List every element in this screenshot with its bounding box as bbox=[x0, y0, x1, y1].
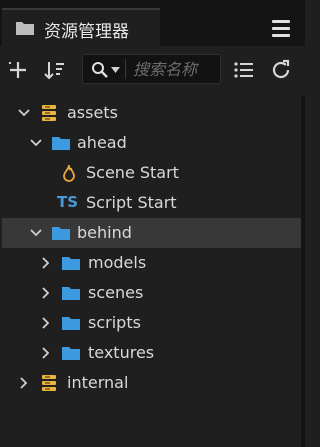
chevron-down-icon[interactable] bbox=[17, 106, 31, 120]
tree-item-label: scripts bbox=[88, 313, 141, 332]
sort-icon[interactable] bbox=[44, 59, 66, 81]
tree-item-scene-start[interactable]: Scene Start bbox=[2, 158, 301, 188]
folder-icon bbox=[62, 287, 80, 300]
tree-item-label: behind bbox=[77, 223, 132, 242]
tree-item-label: scenes bbox=[88, 283, 144, 302]
folder-icon bbox=[62, 347, 80, 360]
tree-item-assets[interactable]: assets bbox=[2, 98, 301, 128]
tree-item-scenes[interactable]: scenes bbox=[2, 278, 301, 308]
tree-item-scripts[interactable]: scripts bbox=[2, 308, 301, 338]
list-icon[interactable] bbox=[233, 59, 255, 81]
tab-assets-explorer[interactable]: 资源管理器 bbox=[2, 8, 160, 46]
tree-item-label: Scene Start bbox=[86, 163, 179, 182]
folder-icon bbox=[52, 227, 70, 240]
typescript-icon: TS bbox=[57, 193, 79, 211]
folder-icon bbox=[62, 257, 80, 270]
folder-icon bbox=[16, 22, 34, 35]
folder-icon bbox=[52, 137, 70, 150]
search-input[interactable] bbox=[133, 58, 217, 80]
tree-item-label: ahead bbox=[77, 133, 127, 152]
database-icon bbox=[42, 105, 56, 121]
chevron-down-icon[interactable] bbox=[29, 226, 43, 240]
toolbar bbox=[0, 46, 305, 96]
tree-item-label: textures bbox=[88, 343, 155, 362]
divider bbox=[125, 59, 126, 79]
tree-item-label: models bbox=[88, 253, 147, 272]
chevron-down-icon[interactable] bbox=[29, 136, 43, 150]
tree-item-models[interactable]: models bbox=[2, 248, 301, 278]
panel-edge bbox=[301, 96, 305, 447]
chevron-right-icon[interactable] bbox=[39, 316, 53, 330]
chevron-right-icon[interactable] bbox=[39, 346, 53, 360]
panel-tab-bar: 资源管理器 bbox=[0, 0, 305, 46]
search-icon[interactable] bbox=[91, 61, 109, 79]
database-icon bbox=[42, 375, 56, 391]
tree-item-label: Script Start bbox=[86, 193, 177, 212]
tree-item-behind[interactable]: behind bbox=[2, 218, 301, 248]
plus-icon[interactable] bbox=[7, 59, 29, 81]
refresh-icon[interactable] bbox=[270, 59, 292, 81]
tree-item-internal[interactable]: internal bbox=[2, 368, 301, 398]
tree-item-ahead[interactable]: ahead bbox=[2, 128, 301, 158]
asset-tree: assets ahead Scene Start TS Script Start… bbox=[2, 96, 301, 447]
tree-item-textures[interactable]: textures bbox=[2, 338, 301, 368]
panel-title: 资源管理器 bbox=[44, 22, 129, 42]
search-box[interactable] bbox=[82, 54, 221, 84]
chevron-right-icon[interactable] bbox=[17, 376, 31, 390]
folder-icon bbox=[62, 317, 80, 330]
hamburger-menu-icon[interactable] bbox=[270, 20, 292, 38]
tree-item-label: internal bbox=[67, 373, 129, 392]
tree-item-script-start[interactable]: TS Script Start bbox=[2, 188, 301, 218]
chevron-right-icon[interactable] bbox=[39, 256, 53, 270]
chevron-down-icon[interactable] bbox=[111, 67, 120, 73]
tree-item-label: assets bbox=[67, 103, 118, 122]
chevron-right-icon[interactable] bbox=[39, 286, 53, 300]
scene-flame-icon bbox=[63, 164, 75, 182]
